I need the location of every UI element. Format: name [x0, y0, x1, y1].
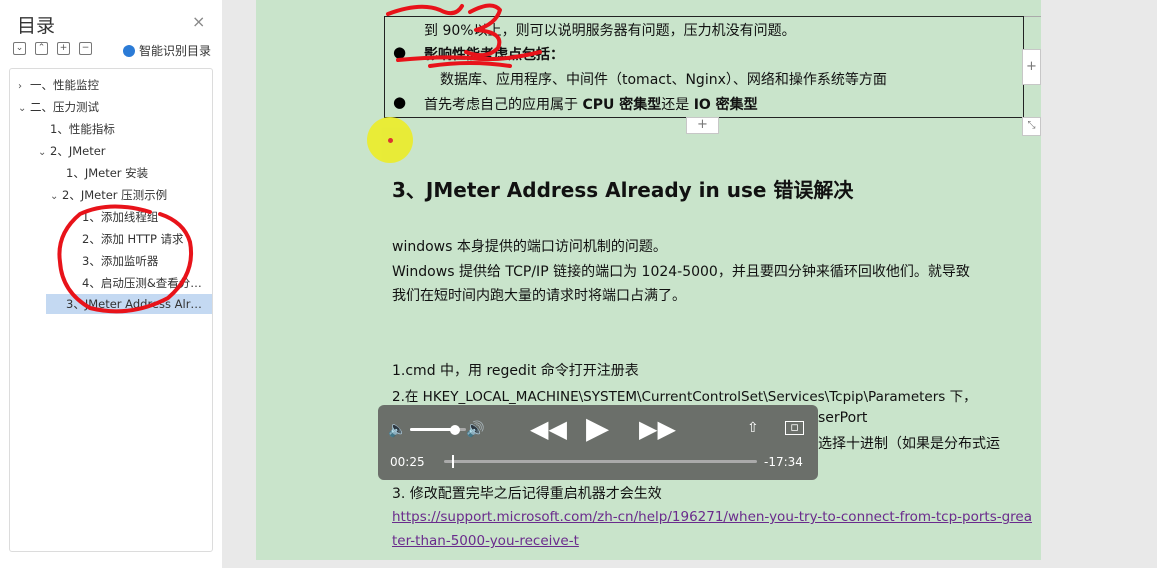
volume-up-icon[interactable]: 🔊 [466, 420, 485, 438]
rewind-icon[interactable]: ◀◀ [530, 415, 567, 443]
playhead[interactable] [451, 455, 454, 468]
volume-fill [410, 428, 455, 431]
video-player[interactable]: 🔈 🔊 ◀◀ ▶ ▶▶ ⇧ ▫ 00:25 -17:34 [378, 405, 818, 480]
remaining-time: -17:34 [764, 455, 803, 469]
play-icon[interactable]: ▶ [586, 411, 609, 446]
share-icon[interactable]: ⇧ [747, 420, 759, 436]
volume-knob[interactable] [449, 425, 460, 435]
fast-forward-icon[interactable]: ▶▶ [639, 415, 676, 443]
elapsed-time: 00:25 [390, 455, 425, 469]
red-annotation-scribbles [57, 3, 542, 314]
progress-bar[interactable] [444, 460, 757, 463]
picture-in-picture-icon[interactable]: ▫ [785, 421, 804, 435]
mute-icon[interactable]: 🔈 [388, 420, 407, 438]
